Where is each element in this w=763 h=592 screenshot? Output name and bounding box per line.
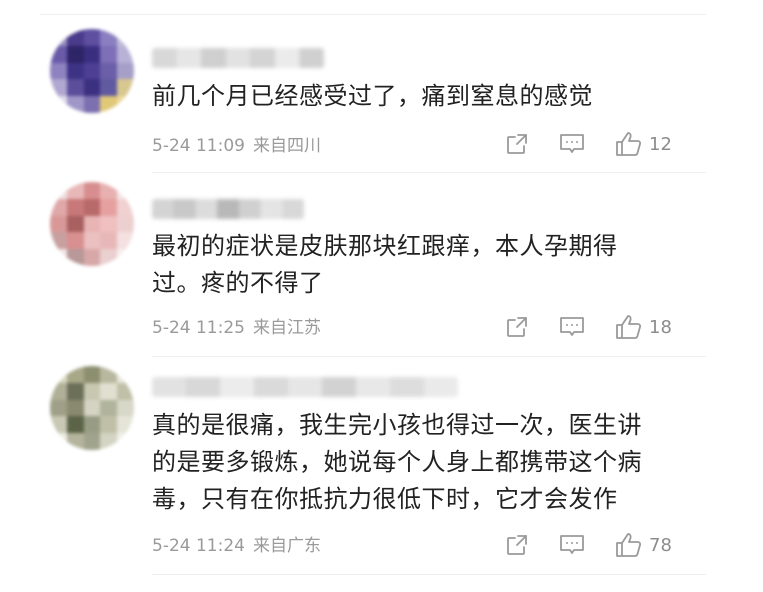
share-icon [507, 134, 527, 154]
comment-time: 5-24 11:24 [152, 536, 245, 556]
comment-time: 5-24 11:25 [152, 318, 245, 338]
top-divider [40, 14, 706, 15]
username-blurred[interactable] [152, 199, 304, 219]
comment-icon [560, 134, 584, 153]
comment-location: 来自广东 [252, 536, 321, 556]
share-button[interactable] [505, 533, 529, 557]
comment-location: 来自四川 [252, 136, 321, 156]
avatar[interactable] [50, 29, 134, 113]
avatar[interactable] [50, 182, 134, 266]
like-button[interactable]: 18 [615, 314, 672, 340]
comment-text: 真的是很痛，我生完小孩也得过一次，医生讲 的是要多锻炼，她说每个人身上都携带这个… [152, 411, 642, 513]
share-icon [507, 535, 527, 555]
comment-icon [560, 317, 584, 336]
share-button[interactable] [505, 315, 529, 339]
comment-divider [152, 356, 706, 357]
like-button[interactable]: 78 [615, 532, 672, 558]
thumbs-up-icon [616, 533, 642, 557]
comment-divider [152, 172, 706, 173]
like-count: 78 [649, 534, 672, 556]
comment-meta: 5-24 11:24 来自广东 [152, 534, 321, 558]
username-blurred[interactable] [152, 377, 458, 397]
username-blurred[interactable] [152, 48, 324, 68]
comment-text: 最初的症状是皮肤那块红跟痒，本人孕期得 过。疼的不得了 [152, 232, 618, 297]
comment-actions: 78 [505, 532, 672, 558]
avatar[interactable] [50, 366, 134, 450]
comment-location: 来自江苏 [252, 318, 321, 338]
share-button[interactable] [505, 132, 529, 156]
comment-meta: 5-24 11:09 来自四川 [152, 134, 321, 158]
reply-button[interactable] [559, 132, 585, 156]
like-count: 12 [649, 133, 672, 155]
comment-icon [560, 535, 584, 554]
like-button[interactable]: 12 [615, 131, 672, 157]
like-count: 18 [649, 316, 672, 338]
comment-list-screen: 前几个月已经感受过了，痛到窒息的感觉 5-24 11:09 来自四川 12 最初… [0, 0, 763, 592]
comment-divider [152, 574, 706, 575]
comment-time: 5-24 11:09 [152, 136, 245, 156]
comment-text: 前几个月已经感受过了，痛到窒息的感觉 [152, 82, 593, 110]
reply-button[interactable] [559, 533, 585, 557]
reply-button[interactable] [559, 315, 585, 339]
share-icon [507, 317, 527, 337]
thumbs-up-icon [616, 315, 642, 339]
comment-meta: 5-24 11:25 来自江苏 [152, 316, 321, 340]
comment-actions: 18 [505, 314, 672, 340]
thumbs-up-icon [616, 132, 642, 156]
comment-actions: 12 [505, 131, 672, 157]
